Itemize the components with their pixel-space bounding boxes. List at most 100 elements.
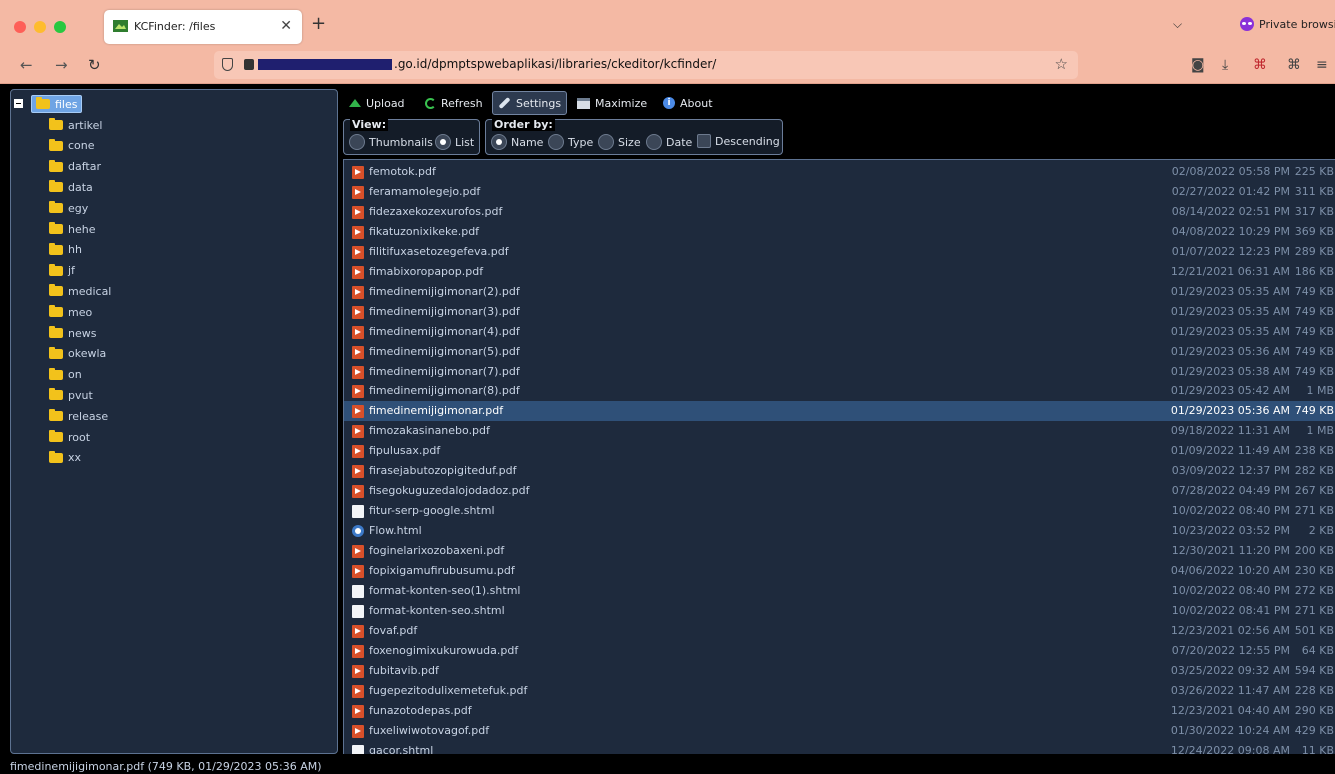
file-row[interactable]: fimedinemijigimonar(4).pdf 01/29/2023 05:…	[344, 322, 1335, 342]
folder-item-egy[interactable]: egy	[49, 198, 88, 218]
bookmark-star-icon[interactable]: ☆	[1055, 55, 1068, 73]
folder-item-jf[interactable]: jf	[49, 261, 75, 281]
file-row[interactable]: format-konten-seo.shtml 10/02/2022 08:41 …	[344, 601, 1335, 621]
refresh-button[interactable]: Refresh	[420, 91, 488, 115]
order-type-label: Type	[568, 135, 594, 149]
lock-icon[interactable]	[244, 59, 254, 70]
pocket-icon[interactable]: ◙	[1191, 56, 1205, 74]
folder-item-hh[interactable]: hh	[49, 240, 82, 260]
folder-item-daftar[interactable]: daftar	[49, 157, 101, 177]
file-row[interactable]: foxenogimixukurowuda.pdf 07/20/2022 12:55…	[344, 641, 1335, 661]
file-row[interactable]: fimabixoropapop.pdf 12/21/2021 06:31 AM 18…	[344, 262, 1335, 282]
order-size-option[interactable]: Size	[598, 134, 641, 150]
new-tab-button[interactable]: +	[311, 15, 326, 33]
file-name: fimedinemijigimonar(7).pdf	[369, 364, 520, 378]
order-name-option[interactable]: Name	[491, 134, 543, 150]
file-name: firasejabutozopigiteduf.pdf	[369, 464, 517, 478]
order-date-option[interactable]: Date	[646, 134, 692, 150]
maximize-button[interactable]: Maximize	[572, 91, 652, 115]
file-row[interactable]: gacor.shtml 12/24/2022 09:08 AM 11 KB	[344, 741, 1335, 754]
file-row[interactable]: fipulusax.pdf 01/09/2022 11:49 AM 238 KB	[344, 441, 1335, 461]
folder-item-pvut[interactable]: pvut	[49, 385, 93, 405]
file-row[interactable]: fimedinemijigimonar.pdf 01/29/2023 05:36 …	[344, 401, 1335, 422]
file-row[interactable]: fopixigamufirubusumu.pdf 04/06/2022 10:20…	[344, 561, 1335, 581]
file-row[interactable]: femotok.pdf 02/08/2022 05:58 PM 225 KB	[344, 162, 1335, 182]
settings-button[interactable]: Settings	[492, 91, 568, 115]
view-thumbnails-radio[interactable]	[349, 134, 365, 150]
ublock-shield-icon[interactable]: ⌘	[1253, 56, 1267, 74]
order-descending-option[interactable]: Descending	[697, 134, 780, 148]
file-row[interactable]: filitifuxasetozegefeva.pdf 01/07/2022 12:…	[344, 242, 1335, 262]
folder-item-hehe[interactable]: hehe	[49, 219, 95, 239]
status-text: fimedinemijigimonar.pdf (749 KB, 01/29/2…	[10, 760, 322, 773]
tracking-shield-icon[interactable]	[222, 58, 233, 71]
download-icon[interactable]: ⤓	[1222, 56, 1228, 74]
extensions-icon[interactable]: ⌘	[1287, 56, 1301, 74]
file-name: fimedinemijigimonar.pdf	[369, 404, 504, 418]
file-row[interactable]: firasejabutozopigiteduf.pdf 03/09/2022 12…	[344, 461, 1335, 481]
minimize-window-button[interactable]	[34, 21, 46, 33]
menu-hamburger-icon[interactable]: ≡	[1316, 56, 1328, 74]
folder-item-xx[interactable]: xx	[49, 448, 81, 468]
collapse-toggle-icon[interactable]	[14, 99, 23, 108]
folder-item-on[interactable]: on	[49, 365, 82, 385]
file-row[interactable]: format-konten-seo(1).shtml 10/02/2022 08:…	[344, 581, 1335, 601]
file-date: 01/29/2023 05:36 AM	[1170, 344, 1290, 358]
order-size-radio[interactable]	[598, 134, 614, 150]
file-row[interactable]: foginelarixozobaxeni.pdf 12/30/2021 11:20…	[344, 541, 1335, 561]
tab-list-chevron-down-icon[interactable]: ⌵	[1173, 17, 1182, 32]
about-button[interactable]: i About	[658, 91, 718, 115]
file-row[interactable]: fikatuzonixikeke.pdf 04/08/2022 10:29 PM 3…	[344, 222, 1335, 242]
forward-arrow-icon[interactable]: →	[55, 56, 68, 74]
folder-item-artikel[interactable]: artikel	[49, 115, 102, 135]
folder-item-meo[interactable]: meo	[49, 302, 92, 322]
file-row[interactable]: fitur-serp-google.shtml 10/02/2022 08:40 …	[344, 501, 1335, 521]
file-row[interactable]: fugepezitodulixemetefuk.pdf 03/26/2022 11…	[344, 681, 1335, 701]
file-meta: 12/21/2021 06:31 AM 186 KB	[1171, 265, 1334, 278]
tab-close-icon[interactable]: ✕	[280, 18, 292, 34]
folder-item-okewla[interactable]: okewla	[49, 344, 106, 364]
address-text[interactable]: .go.id/dpmptspwebaplikasi/libraries/cked…	[394, 57, 716, 71]
file-row[interactable]: fuxeliwiwotovagof.pdf 01/30/2022 10:24 AM…	[344, 721, 1335, 741]
descending-label: Descending	[715, 134, 780, 148]
folder-item-data[interactable]: data	[49, 177, 93, 197]
upload-button[interactable]: Upload	[344, 91, 410, 115]
file-row[interactable]: Flow.html 10/23/2022 03:52 PM 2 KB	[344, 521, 1335, 541]
close-window-button[interactable]	[14, 21, 26, 33]
view-list-radio[interactable]	[435, 134, 451, 150]
file-size: 238 KB	[1294, 444, 1334, 458]
file-row[interactable]: fimedinemijigimonar(8).pdf 01/29/2023 05:…	[344, 381, 1335, 401]
folder-item-news[interactable]: news	[49, 323, 96, 343]
tab-kcfinder[interactable]: KCFinder: /files ✕	[104, 10, 302, 44]
file-row[interactable]: fubitavib.pdf 03/25/2022 09:32 AM 594 KB	[344, 661, 1335, 681]
folder-item-root[interactable]: root	[49, 427, 90, 447]
file-date: 01/29/2023 05:42 AM	[1170, 384, 1290, 398]
file-row[interactable]: feramamolegejo.pdf 02/27/2022 01:42 PM 311…	[344, 182, 1335, 202]
view-thumbnails-option[interactable]: Thumbnails	[349, 134, 433, 150]
back-arrow-icon[interactable]: ←	[20, 56, 33, 74]
descending-checkbox[interactable]	[697, 134, 711, 148]
order-name-radio[interactable]	[491, 134, 507, 150]
file-row[interactable]: fidezaxekozexurofos.pdf 08/14/2022 02:51 …	[344, 202, 1335, 222]
folder-root[interactable]: files	[31, 95, 83, 113]
zoom-window-button[interactable]	[54, 21, 66, 33]
file-row[interactable]: fovaf.pdf 12/23/2021 02:56 AM 501 KB	[344, 621, 1335, 641]
folder-item-medical[interactable]: medical	[49, 281, 111, 301]
file-row[interactable]: fimedinemijigimonar(5).pdf 01/29/2023 05:…	[344, 342, 1335, 362]
reload-icon[interactable]: ↻	[88, 56, 101, 74]
folder-item-release[interactable]: release	[49, 406, 108, 426]
file-row[interactable]: fimedinemijigimonar(2).pdf 01/29/2023 05:…	[344, 282, 1335, 302]
file-row[interactable]: fimedinemijigimonar(7).pdf 01/29/2023 05:…	[344, 362, 1335, 382]
file-meta: 09/18/2022 11:31 AM 1 MB	[1171, 424, 1334, 437]
file-row[interactable]: fimozakasinanebo.pdf 09/18/2022 11:31 AM 1…	[344, 421, 1335, 441]
view-list-option[interactable]: List	[435, 134, 474, 150]
order-type-option[interactable]: Type	[548, 134, 593, 150]
private-browsing-indicator: Private browsing	[1240, 17, 1335, 31]
order-date-radio[interactable]	[646, 134, 662, 150]
folder-item-cone[interactable]: cone	[49, 136, 95, 156]
address-bar[interactable]: .go.id/dpmptspwebaplikasi/libraries/cked…	[214, 51, 1078, 79]
file-row[interactable]: fimedinemijigimonar(3).pdf 01/29/2023 05:…	[344, 302, 1335, 322]
order-type-radio[interactable]	[548, 134, 564, 150]
file-row[interactable]: fisegokuguzedalojodadoz.pdf 07/28/2022 04…	[344, 481, 1335, 501]
file-row[interactable]: funazotodepas.pdf 12/23/2021 04:40 AM 290 …	[344, 701, 1335, 721]
